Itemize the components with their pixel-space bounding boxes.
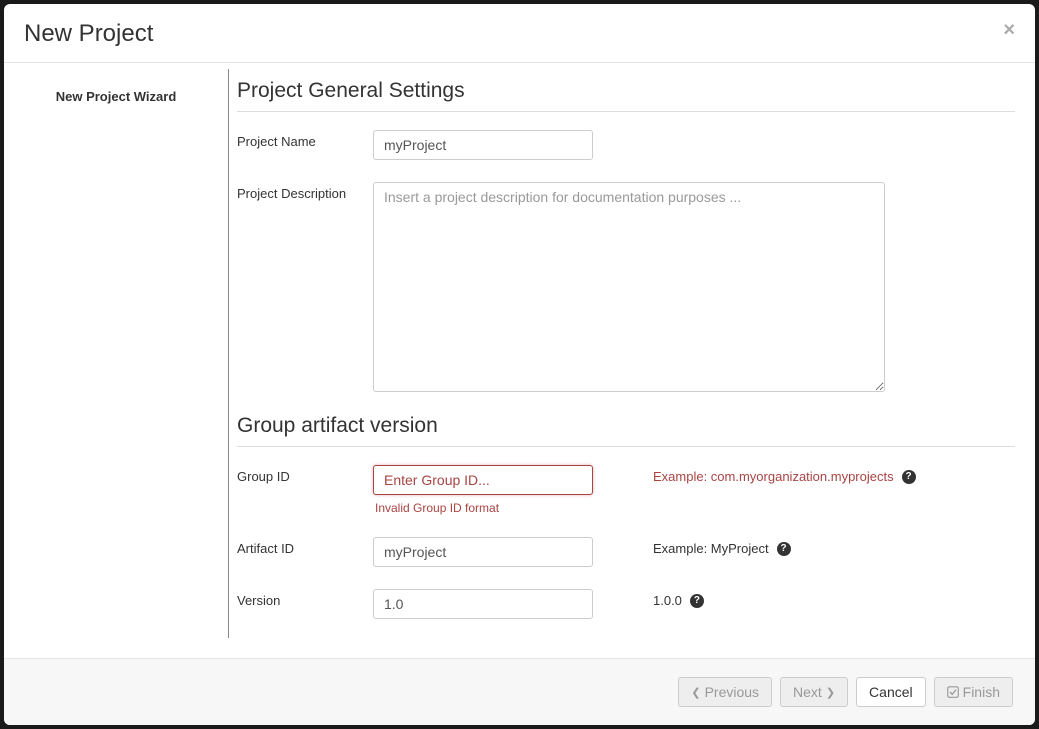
modal-title: New Project [24, 20, 153, 48]
gav-section: Group artifact version Group ID Invalid … [237, 414, 1015, 619]
row-project-name: Project Name [237, 130, 1015, 160]
sidebar-item-new-project-wizard[interactable]: New Project Wizard [4, 89, 228, 104]
group-id-error: Invalid Group ID format [375, 501, 593, 515]
new-project-modal: New Project × New Project Wizard Project… [4, 4, 1035, 725]
cancel-button[interactable]: Cancel [856, 677, 926, 707]
version-input[interactable] [373, 589, 593, 619]
modal-footer: ❮ Previous Next ❯ Cancel Finish [4, 658, 1035, 725]
group-id-example-text: Example: com.myorganization.myprojects [653, 469, 894, 484]
next-button[interactable]: Next ❯ [780, 677, 848, 707]
chevron-right-icon: ❯ [826, 686, 835, 699]
artifact-id-example: Example: MyProject ? [593, 537, 1015, 556]
modal-body: New Project Wizard Project General Setti… [4, 63, 1035, 658]
group-id-input-wrap: Invalid Group ID format [373, 465, 593, 515]
next-label: Next [793, 684, 822, 700]
project-name-input[interactable] [373, 130, 593, 160]
previous-label: Previous [705, 684, 759, 700]
label-artifact-id: Artifact ID [237, 537, 373, 556]
modal-header: New Project × [4, 4, 1035, 63]
close-icon[interactable]: × [1003, 20, 1015, 40]
artifact-id-input[interactable] [373, 537, 593, 567]
section-title-gav: Group artifact version [237, 414, 1015, 447]
label-project-name: Project Name [237, 130, 373, 149]
wizard-sidebar: New Project Wizard [4, 69, 229, 638]
row-artifact-id: Artifact ID Example: MyProject ? [237, 537, 1015, 567]
row-version: Version 1.0.0 ? [237, 589, 1015, 619]
check-icon [947, 686, 959, 698]
row-group-id: Group ID Invalid Group ID format Example… [237, 465, 1015, 515]
row-project-description: Project Description [237, 182, 1015, 392]
chevron-left-icon: ❮ [691, 686, 700, 699]
finish-label: Finish [963, 684, 1000, 700]
help-icon[interactable]: ? [777, 542, 791, 556]
project-description-textarea[interactable] [373, 182, 885, 392]
section-title-general: Project General Settings [237, 79, 1015, 112]
label-version: Version [237, 589, 373, 608]
version-example: 1.0.0 ? [593, 589, 1015, 608]
wizard-content: Project General Settings Project Name Pr… [229, 63, 1035, 658]
artifact-id-example-text: Example: MyProject [653, 541, 769, 556]
help-icon[interactable]: ? [690, 594, 704, 608]
help-icon[interactable]: ? [902, 470, 916, 484]
group-id-input[interactable] [373, 465, 593, 495]
label-project-description: Project Description [237, 182, 373, 201]
previous-button[interactable]: ❮ Previous [678, 677, 772, 707]
group-id-example: Example: com.myorganization.myprojects ? [593, 465, 1015, 484]
version-example-text: 1.0.0 [653, 593, 682, 608]
label-group-id: Group ID [237, 465, 373, 484]
finish-button[interactable]: Finish [934, 677, 1013, 707]
